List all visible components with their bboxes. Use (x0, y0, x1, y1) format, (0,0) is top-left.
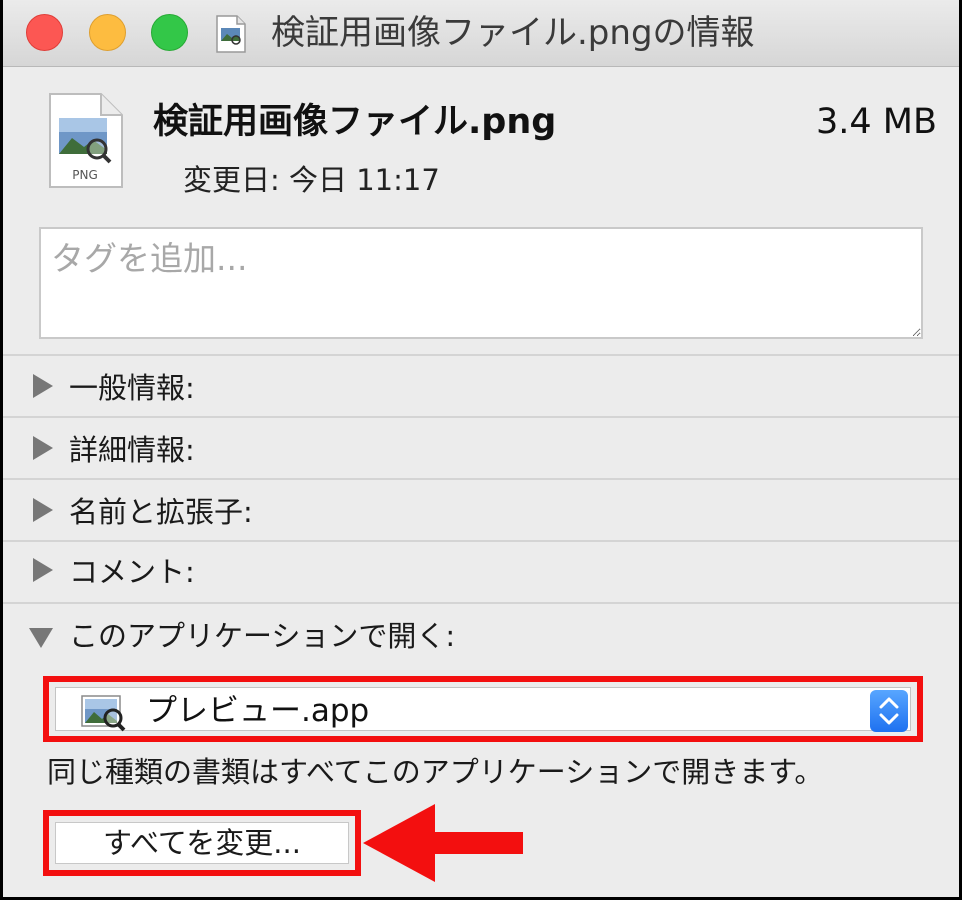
selected-app-name: プレビュー.app (146, 693, 370, 729)
file-name: 検証用画像ファイル.png (153, 102, 557, 142)
disclosure-triangle-icon[interactable] (33, 498, 53, 522)
zoom-button[interactable] (151, 14, 188, 51)
window-title: 検証用画像ファイル.pngの情報 (271, 13, 755, 53)
close-button[interactable] (26, 14, 63, 51)
section-general-info[interactable]: 一般情報: (3, 360, 959, 418)
section-label: このアプリケーションで開く: (69, 619, 456, 653)
preview-app-icon (81, 695, 126, 732)
disclosure-triangle-icon[interactable] (33, 374, 53, 398)
popup-stepper[interactable] (870, 690, 908, 732)
open-with-app-popup[interactable]: プレビュー.app (55, 687, 911, 732)
section-label: 詳細情報: (69, 433, 195, 467)
minimize-button[interactable] (89, 14, 126, 51)
section-more-info[interactable]: 詳細情報: (3, 422, 959, 480)
disclosure-triangle-icon[interactable] (33, 558, 53, 582)
section-name-extension[interactable]: 名前と拡張子: (3, 484, 959, 542)
divider (3, 354, 959, 356)
divider (3, 602, 959, 604)
section-open-with[interactable]: このアプリケーションで開く: (3, 608, 959, 666)
file-size: 3.4 MB (816, 102, 937, 142)
document-icon (216, 15, 246, 53)
highlight-box: すべてを変更... (43, 810, 361, 876)
open-with-note: 同じ種類の書類はすべてこのアプリケーションで開きます。 (47, 755, 824, 789)
divider (3, 540, 959, 542)
section-label: 一般情報: (69, 371, 195, 405)
png-file-icon: PNG (49, 93, 123, 188)
section-label: コメント: (69, 555, 195, 589)
divider (3, 416, 959, 418)
disclosure-triangle-open-icon[interactable] (29, 628, 53, 648)
png-badge-text: PNG (72, 168, 98, 182)
disclosure-triangle-icon[interactable] (33, 436, 53, 460)
section-comments[interactable]: コメント: (3, 544, 959, 602)
divider (3, 478, 959, 480)
section-label: 名前と拡張子: (69, 495, 253, 529)
info-window: 検証用画像ファイル.pngの情報 PNG 検証用画像ファイル.png 3.4 M… (3, 0, 959, 897)
highlight-box: プレビュー.app (43, 676, 923, 742)
chevron-up-down-icon (879, 697, 899, 725)
change-all-button[interactable]: すべてを変更... (55, 822, 349, 864)
title-bar[interactable]: 検証用画像ファイル.pngの情報 (3, 0, 959, 67)
annotation-arrow-icon (363, 804, 523, 882)
modified-date: 変更日: 今日 11:17 (183, 163, 440, 197)
tags-input[interactable] (39, 227, 923, 339)
